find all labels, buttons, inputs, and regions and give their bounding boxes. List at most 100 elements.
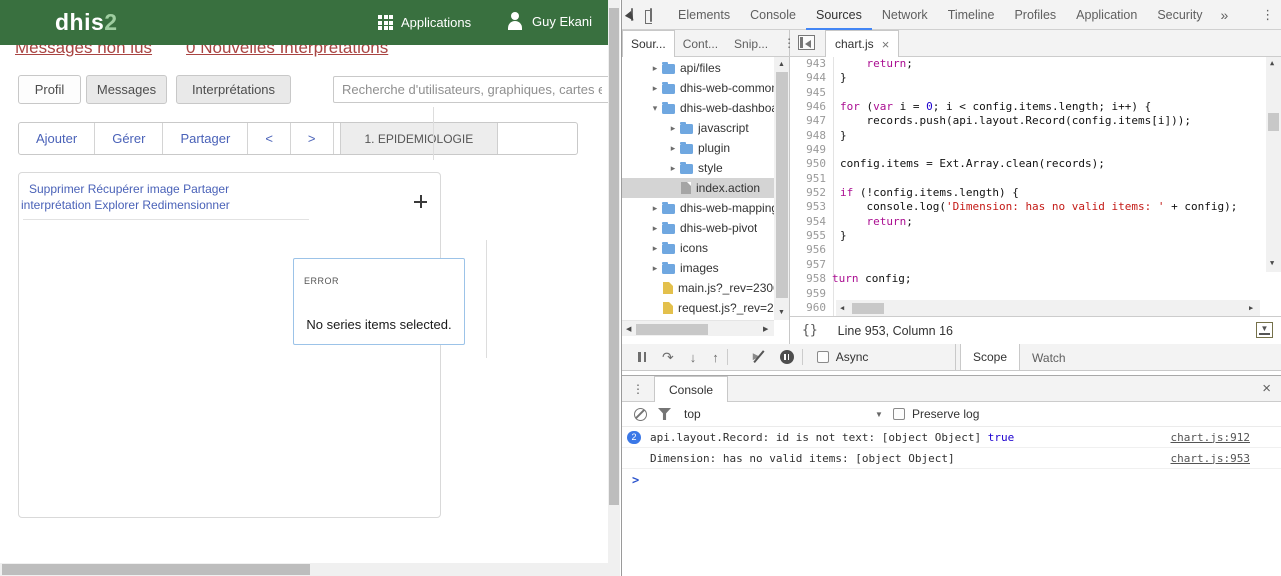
- devtools-tab-sources[interactable]: Sources: [806, 0, 872, 30]
- scroll-right-arrow[interactable]: ▶: [763, 326, 768, 333]
- widget-links-line1[interactable]: Supprimer Récupérer image Partager: [21, 181, 281, 197]
- chevron-right-icon[interactable]: ▸: [648, 203, 662, 214]
- context-dropdown-arrow[interactable]: ▼: [875, 410, 883, 419]
- scroll-down-arrow[interactable]: ▼: [1270, 260, 1274, 267]
- line-number[interactable]: 957: [790, 258, 833, 272]
- navigator-tab-2[interactable]: Snip...: [726, 30, 776, 57]
- tree-item-icons[interactable]: ▸icons: [622, 238, 774, 258]
- widget-action-links[interactable]: Supprimer Récupérer image Partager inter…: [21, 181, 281, 213]
- widget-links-line2[interactable]: interprétation Explorer Redimensionner: [21, 197, 281, 213]
- code-editor[interactable]: 9439449459469479489499509519529539549559…: [790, 57, 1281, 316]
- move-icon[interactable]: [414, 195, 427, 208]
- scrollbar-thumb[interactable]: [609, 8, 619, 505]
- scroll-up-arrow[interactable]: ▲: [1270, 60, 1274, 67]
- pretty-print-icon[interactable]: {}: [802, 323, 818, 338]
- devtools-tab-profiles[interactable]: Profiles: [1004, 0, 1066, 30]
- pause-script-icon[interactable]: [638, 352, 646, 362]
- line-number[interactable]: 947: [790, 114, 833, 128]
- chevron-right-icon[interactable]: ▸: [648, 243, 662, 254]
- chevron-right-icon[interactable]: ▸: [648, 223, 662, 234]
- tree-item-images[interactable]: ▸images: [622, 258, 774, 278]
- tree-item-index-action[interactable]: index.action: [622, 178, 774, 198]
- toolbar-button-4[interactable]: >: [291, 123, 334, 154]
- tree-item-javascript[interactable]: ▸javascript: [622, 118, 774, 138]
- tab-profil[interactable]: Profil: [18, 75, 81, 104]
- chevron-right-icon[interactable]: ▸: [648, 63, 662, 74]
- scrollbar-thumb[interactable]: [2, 564, 310, 575]
- tree-item-dhis-web-pivot[interactable]: ▸dhis-web-pivot: [622, 218, 774, 238]
- user-menu[interactable]: Guy Ekani: [506, 11, 592, 31]
- devtools-tab-security[interactable]: Security: [1147, 0, 1212, 30]
- scrollbar-thumb[interactable]: [636, 324, 708, 335]
- tree-item-dhis-web-dashboa[interactable]: ▾dhis-web-dashboa: [622, 98, 774, 118]
- dhis2-logo[interactable]: dhis2: [55, 9, 118, 36]
- line-number[interactable]: 956: [790, 243, 833, 257]
- toolbar-button-1[interactable]: Gérer: [95, 123, 163, 154]
- line-number[interactable]: 958: [790, 272, 833, 286]
- line-number[interactable]: 945: [790, 86, 833, 100]
- source-location-link[interactable]: chart.js:912: [1171, 431, 1250, 444]
- deactivate-breakpoints-icon[interactable]: [752, 350, 766, 364]
- scroll-down-arrow[interactable]: ▼: [778, 309, 785, 316]
- line-number[interactable]: 944: [790, 71, 833, 85]
- chevron-right-icon[interactable]: ▸: [648, 263, 662, 274]
- console-prompt[interactable]: >: [632, 473, 639, 487]
- devtools-tab-timeline[interactable]: Timeline: [938, 0, 1005, 30]
- line-number[interactable]: 960: [790, 301, 833, 315]
- chevron-down-icon[interactable]: ▾: [648, 103, 662, 114]
- code-area[interactable]: return;}for (var i = 0; i < config.items…: [840, 57, 1270, 316]
- clear-console-icon[interactable]: [634, 408, 647, 421]
- scroll-up-arrow[interactable]: ▲: [778, 61, 785, 68]
- source-location-link[interactable]: chart.js:953: [1171, 452, 1250, 465]
- line-number[interactable]: 946: [790, 100, 833, 114]
- line-number[interactable]: 952: [790, 186, 833, 200]
- line-number[interactable]: 950: [790, 157, 833, 171]
- tree-item-dhis-web-mapping[interactable]: ▸dhis-web-mapping: [622, 198, 774, 218]
- editor-horizontal-scrollbar[interactable]: ◀ ▶: [836, 300, 1260, 316]
- drawer-toggle-icon[interactable]: [1256, 322, 1273, 338]
- tree-item-request-js-rev-230[interactable]: request.js?_rev=230: [622, 298, 774, 318]
- tree-item-main-js-rev-23062[interactable]: main.js?_rev=23062: [622, 278, 774, 298]
- navigator-horizontal-scrollbar[interactable]: ◀ ▶: [622, 320, 774, 336]
- step-into-icon[interactable]: ↓: [690, 350, 697, 365]
- pause-on-exceptions-icon[interactable]: [780, 350, 794, 364]
- line-number-gutter[interactable]: 9439449459469479489499509519529539549559…: [790, 57, 834, 316]
- line-number[interactable]: 943: [790, 57, 833, 71]
- toolbar-button-0[interactable]: Ajouter: [19, 123, 95, 154]
- line-number[interactable]: 955: [790, 229, 833, 243]
- navigator-tab-0[interactable]: Sour...: [622, 30, 675, 57]
- tab-messages[interactable]: Messages: [86, 75, 167, 104]
- tab-interpretations[interactable]: Interprétations: [176, 75, 291, 104]
- navigator-tab-1[interactable]: Cont...: [675, 30, 726, 57]
- navigator-vertical-scrollbar[interactable]: ▲ ▼: [774, 57, 790, 320]
- editor-tab-chartjs[interactable]: chart.js ×: [825, 30, 899, 57]
- execution-context-select[interactable]: top: [684, 407, 701, 421]
- tab-watch[interactable]: Watch: [1020, 344, 1078, 371]
- close-tab-icon[interactable]: ×: [882, 37, 890, 52]
- scrollbar-thumb[interactable]: [776, 72, 788, 298]
- chevron-right-icon[interactable]: ▸: [666, 123, 680, 134]
- toolbar-button-3[interactable]: <: [248, 123, 291, 154]
- scroll-right-arrow[interactable]: ▶: [1249, 305, 1253, 312]
- editor-vertical-scrollbar[interactable]: ▲ ▼: [1266, 57, 1281, 272]
- tab-scope[interactable]: Scope: [960, 344, 1020, 371]
- applications-menu[interactable]: Applications: [378, 15, 471, 30]
- preserve-log-checkbox[interactable]: [893, 408, 905, 420]
- scrollbar-thumb[interactable]: [1268, 113, 1279, 131]
- show-navigator-icon[interactable]: [798, 35, 815, 50]
- more-tabs-icon[interactable]: »: [1212, 7, 1236, 23]
- devtools-menu-icon[interactable]: ⋮: [1252, 7, 1281, 23]
- scroll-left-arrow[interactable]: ◀: [626, 326, 631, 333]
- step-out-icon[interactable]: ↑: [712, 350, 719, 365]
- close-drawer-icon[interactable]: ×: [1262, 380, 1271, 397]
- toolbar-button-2[interactable]: Partager: [163, 123, 248, 154]
- tree-item-plugin[interactable]: ▸plugin: [622, 138, 774, 158]
- step-over-icon[interactable]: ↷: [662, 349, 674, 366]
- search-input[interactable]: [333, 76, 611, 103]
- line-number[interactable]: 951: [790, 172, 833, 186]
- line-number[interactable]: 954: [790, 215, 833, 229]
- inspect-element-icon[interactable]: [631, 8, 633, 21]
- page-horizontal-scrollbar[interactable]: [0, 563, 608, 576]
- chevron-right-icon[interactable]: ▸: [666, 143, 680, 154]
- dashboard-tab-epidemiologie[interactable]: 1. EPIDEMIOLOGIE: [340, 123, 499, 154]
